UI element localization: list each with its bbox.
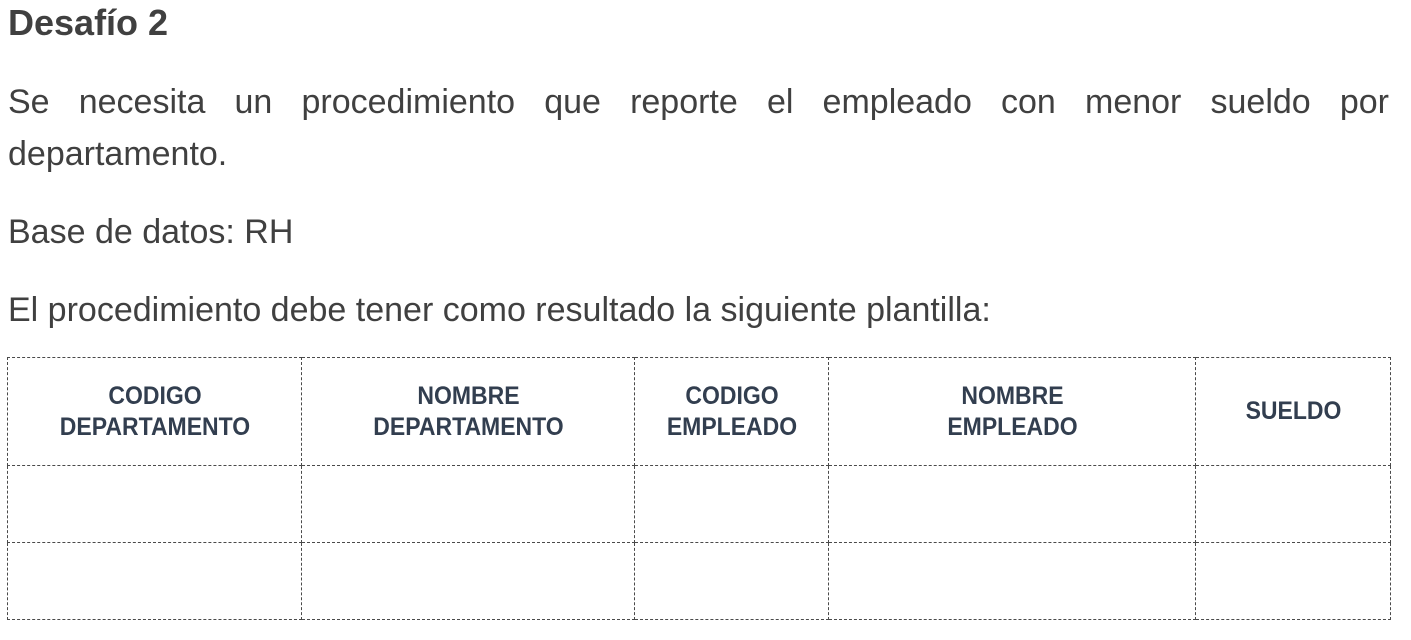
table-header-row: CODIGO DEPARTAMENTO NOMBRE DEPARTAMENTO … bbox=[8, 357, 1391, 466]
table-row bbox=[7, 465, 1391, 543]
table-cell bbox=[1195, 465, 1391, 543]
table-cell bbox=[7, 542, 302, 620]
header-line: NOMBRE bbox=[960, 381, 1064, 410]
header-line: DEPARTAMENTO bbox=[59, 412, 250, 441]
table-cell bbox=[634, 465, 829, 543]
table-cell bbox=[1195, 542, 1391, 620]
database-paragraph: Base de datos: RH bbox=[8, 213, 294, 251]
header-line: SUELDO bbox=[1245, 397, 1341, 425]
header-sueldo: SUELDO bbox=[1202, 357, 1384, 466]
header-line: EMPLEADO bbox=[946, 412, 1078, 441]
page-title: Desafío 2 bbox=[8, 2, 169, 43]
intro-paragraph: Se necesita un procedimiento que reporte… bbox=[8, 83, 1389, 173]
template-table: CODIGO DEPARTAMENTO NOMBRE DEPARTAMENTO … bbox=[7, 357, 1391, 620]
table-cell bbox=[301, 465, 635, 543]
table-row bbox=[7, 542, 1391, 620]
table-cell bbox=[7, 465, 302, 543]
header-codigo-empleado: CODIGO EMPLEADO bbox=[641, 357, 822, 466]
template-intro-paragraph: El procedimiento debe tener como resulta… bbox=[8, 291, 991, 329]
header-line: EMPLEADO bbox=[666, 412, 797, 441]
header-nombre-departamento: NOMBRE DEPARTAMENTO bbox=[314, 357, 622, 466]
header-nombre-empleado: NOMBRE EMPLEADO bbox=[842, 357, 1182, 466]
table-cell bbox=[301, 542, 635, 620]
header-line: CODIGO bbox=[107, 381, 202, 410]
table-cell bbox=[828, 542, 1196, 620]
header-line: DEPARTAMENTO bbox=[372, 412, 564, 441]
table-cell bbox=[634, 542, 829, 620]
table-cell bbox=[828, 465, 1196, 543]
header-line: NOMBRE bbox=[416, 381, 520, 410]
header-codigo-departamento: CODIGO DEPARTAMENTO bbox=[18, 357, 291, 466]
document-page: Desafío 2 Se necesita un procedimiento q… bbox=[0, 0, 1411, 640]
header-line: CODIGO bbox=[684, 381, 779, 410]
